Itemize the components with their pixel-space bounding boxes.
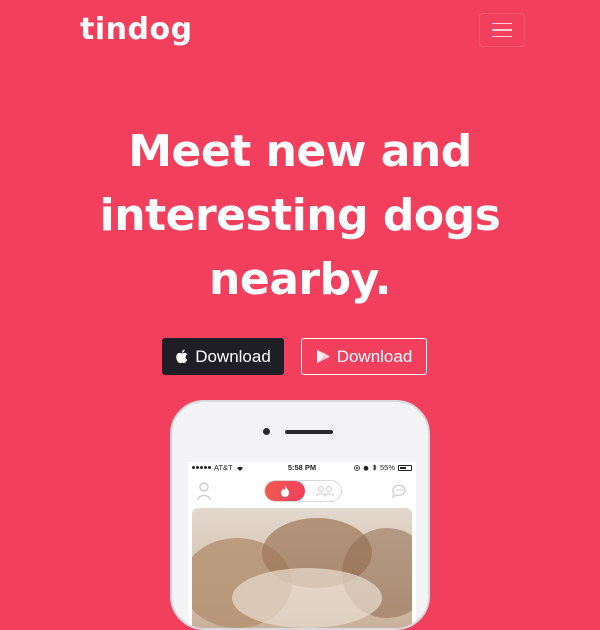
battery-percent-label: 55% bbox=[379, 463, 395, 472]
apple-icon bbox=[176, 349, 188, 364]
hero-headline: Meet new and interesting dogs nearby. bbox=[0, 120, 600, 312]
brand-logo[interactable]: tindog bbox=[80, 12, 193, 47]
headline-line-1: Meet new and bbox=[128, 126, 472, 177]
dog-profile-photo[interactable] bbox=[192, 508, 412, 628]
mode-toggle[interactable] bbox=[264, 480, 342, 502]
profile-icon[interactable] bbox=[196, 481, 212, 501]
hamburger-icon bbox=[492, 22, 512, 25]
phone-speaker bbox=[285, 430, 333, 434]
google-play-download-button[interactable]: Download bbox=[301, 338, 427, 375]
battery-icon bbox=[398, 464, 412, 471]
google-play-icon bbox=[316, 349, 330, 364]
phone-status-bar: AT&T 5:58 PM 55% bbox=[188, 462, 416, 474]
apple-download-button[interactable]: Download bbox=[162, 338, 284, 375]
location-icon bbox=[354, 464, 360, 471]
navbar-toggler-button[interactable] bbox=[479, 13, 525, 47]
apple-download-label: Download bbox=[195, 346, 271, 366]
flame-icon bbox=[281, 485, 289, 497]
alarm-icon bbox=[363, 465, 369, 471]
headline-line-2: interesting dogs bbox=[99, 190, 501, 241]
phone-screen: AT&T 5:58 PM 55% bbox=[188, 462, 416, 628]
chat-icon[interactable] bbox=[390, 481, 410, 501]
headline-line-3: nearby. bbox=[209, 254, 391, 305]
bluetooth-icon bbox=[372, 464, 377, 471]
phone-mockup: AT&T 5:58 PM 55% bbox=[170, 400, 430, 630]
group-icon[interactable] bbox=[315, 485, 335, 497]
flame-toggle-option[interactable] bbox=[265, 481, 305, 501]
app-top-bar bbox=[188, 476, 416, 506]
phone-camera bbox=[263, 428, 270, 435]
google-play-download-label: Download bbox=[336, 346, 413, 366]
